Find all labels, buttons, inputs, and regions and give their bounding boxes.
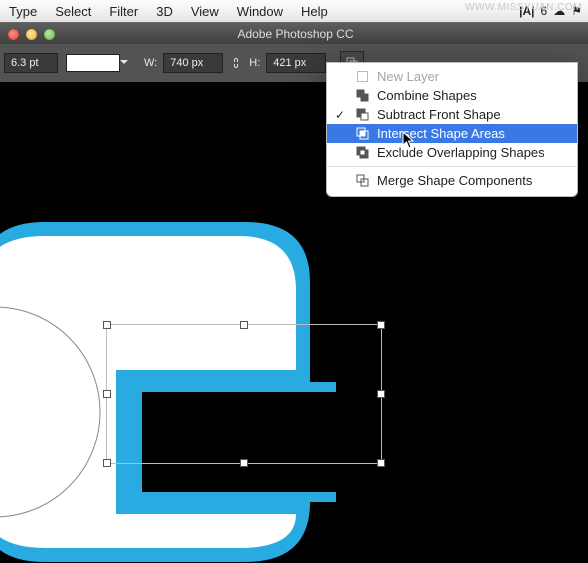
menu-item-merge-shape-components[interactable]: Merge Shape Components xyxy=(327,171,577,190)
menu-item-label: Exclude Overlapping Shapes xyxy=(377,145,545,160)
window-title-bar: Adobe Photoshop CC xyxy=(0,22,588,46)
height-label: H: xyxy=(249,57,260,69)
checkmark-icon: ✓ xyxy=(333,108,347,122)
stroke-style-swatch[interactable] xyxy=(66,54,120,72)
menu-item-exclude-overlapping[interactable]: Exclude Overlapping Shapes xyxy=(327,143,577,162)
menu-help[interactable]: Help xyxy=(292,4,337,19)
path-operations-menu: New Layer Combine Shapes ✓ Subtract Fron… xyxy=(326,62,578,197)
menu-item-combine-shapes[interactable]: Combine Shapes xyxy=(327,86,577,105)
shape-artwork xyxy=(0,222,340,562)
width-field[interactable]: 740 px xyxy=(163,53,223,73)
new-layer-icon xyxy=(355,70,369,84)
menu-item-intersect-shape-areas[interactable]: Intersect Shape Areas xyxy=(327,124,577,143)
menu-item-subtract-front-shape[interactable]: ✓ Subtract Front Shape xyxy=(327,105,577,124)
width-label: W: xyxy=(144,57,157,69)
menu-item-label: Intersect Shape Areas xyxy=(377,126,505,141)
menu-item-label: Merge Shape Components xyxy=(377,173,532,188)
menu-filter[interactable]: Filter xyxy=(100,4,147,19)
window-title: Adobe Photoshop CC xyxy=(3,27,588,41)
combine-shapes-icon xyxy=(355,89,369,103)
stroke-weight-field[interactable]: 6.3 pt xyxy=(4,53,58,73)
intersect-shape-icon xyxy=(355,127,369,141)
menu-item-new-layer: New Layer xyxy=(327,67,577,86)
exclude-shape-icon xyxy=(355,146,369,160)
menu-item-label: Combine Shapes xyxy=(377,88,477,103)
menu-view[interactable]: View xyxy=(182,4,228,19)
menu-window[interactable]: Window xyxy=(228,4,292,19)
subtract-shape-icon xyxy=(355,108,369,122)
height-field[interactable]: 421 px xyxy=(266,53,326,73)
menu-item-label: New Layer xyxy=(377,69,439,84)
link-dimensions-icon[interactable] xyxy=(229,56,243,70)
menu-item-label: Subtract Front Shape xyxy=(377,107,501,122)
menu-separator xyxy=(327,166,577,167)
watermark-text: WWW.MISSYUAN.COM xyxy=(465,2,582,13)
menu-select[interactable]: Select xyxy=(46,4,100,19)
merge-shape-icon xyxy=(355,174,369,188)
menu-3d[interactable]: 3D xyxy=(147,4,182,19)
menu-type[interactable]: Type xyxy=(0,4,46,19)
